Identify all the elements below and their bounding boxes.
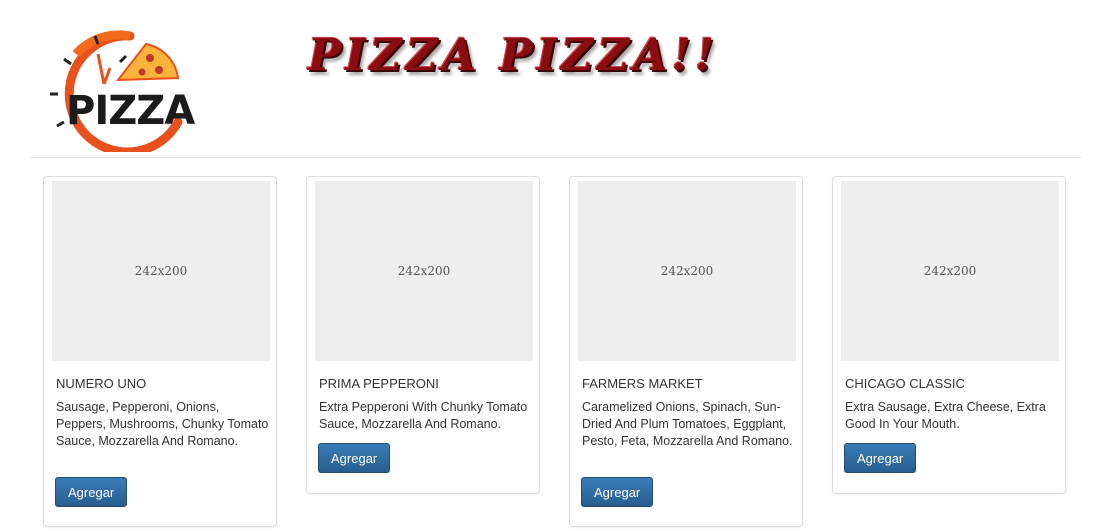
- pizza-clock-icon: PIZZA: [50, 30, 196, 157]
- pizza-logo[interactable]: PIZZA: [38, 22, 196, 157]
- product-card: 242x200 FARMERS MARKET Caramelized Onion…: [569, 176, 803, 527]
- product-name: PRIMA PEPPERONI: [319, 376, 439, 391]
- product-description: Extra Pepperoni With Chunky Tomato Sauce…: [319, 400, 528, 431]
- add-button[interactable]: Agregar: [55, 477, 128, 507]
- site-header: PIZZA PIZZA PIZZA!!: [0, 0, 1113, 158]
- header-divider: [30, 157, 1083, 158]
- product-description: Extra Sausage, Extra Cheese, Extra Good …: [845, 400, 1046, 431]
- add-button[interactable]: Agregar: [318, 443, 391, 473]
- product-image-placeholder: 242x200: [841, 181, 1059, 361]
- svg-text:PIZZA: PIZZA: [66, 88, 195, 134]
- add-button[interactable]: Agregar: [844, 443, 917, 473]
- product-card: 242x200 NUMERO UNO Sausage, Pepperoni, O…: [43, 176, 277, 527]
- product-description: Caramelized Onions, Spinach, Sun-Dried A…: [582, 400, 793, 448]
- product-image-placeholder: 242x200: [315, 181, 533, 361]
- product-name: CHICAGO CLASSIC: [845, 376, 965, 391]
- product-card: 242x200 CHICAGO CLASSIC Extra Sausage, E…: [832, 176, 1066, 494]
- product-name: NUMERO UNO: [56, 376, 147, 391]
- product-image-placeholder: 242x200: [578, 181, 796, 361]
- product-name: FARMERS MARKET: [582, 376, 703, 391]
- add-button[interactable]: Agregar: [581, 477, 654, 507]
- product-image-placeholder: 242x200: [52, 181, 270, 361]
- product-card: 242x200 PRIMA PEPPERONI Extra Pepperoni …: [306, 176, 540, 494]
- site-title: PIZZA PIZZA!!: [308, 30, 719, 81]
- product-description: Sausage, Pepperoni, Onions, Peppers, Mus…: [56, 400, 269, 448]
